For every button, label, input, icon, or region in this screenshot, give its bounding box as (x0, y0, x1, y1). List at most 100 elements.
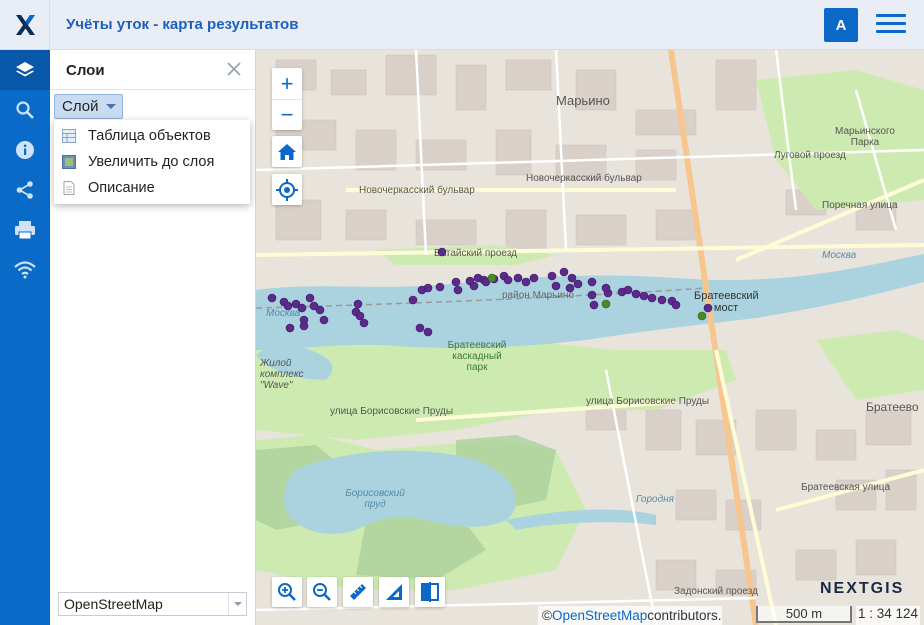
observation-point[interactable] (647, 293, 657, 303)
observation-point[interactable] (631, 289, 641, 299)
observation-point[interactable] (601, 283, 611, 293)
info-icon[interactable] (0, 130, 50, 170)
observation-point[interactable] (657, 295, 667, 305)
observation-point[interactable] (355, 311, 365, 321)
observation-point[interactable] (551, 281, 561, 291)
map-attribution: © OpenStreetMap contributors. (538, 606, 722, 625)
layers-icon[interactable] (0, 50, 50, 90)
duck-observation-points (267, 247, 713, 337)
observation-point[interactable] (283, 301, 293, 311)
chevron-down-icon (106, 104, 117, 109)
observation-point[interactable] (408, 295, 418, 305)
observation-point[interactable] (423, 283, 433, 293)
observation-point[interactable] (435, 282, 445, 292)
observation-point[interactable] (521, 277, 531, 287)
zoom-to-layer-icon (62, 155, 76, 169)
observation-point[interactable] (589, 300, 599, 310)
swipe-icon (421, 582, 439, 602)
menu-item-description[interactable]: Описание (54, 175, 250, 201)
observation-point[interactable] (437, 247, 447, 257)
observation-point[interactable] (671, 300, 681, 310)
zoom-control: + − (272, 68, 302, 130)
app-header: Учёты уток - карта результатов A (0, 0, 924, 50)
observation-point[interactable] (453, 285, 463, 295)
observation-point[interactable] (623, 285, 633, 295)
panel-header: Слои (50, 50, 255, 90)
observation-point[interactable] (639, 291, 649, 301)
ruler-icon (350, 584, 366, 600)
measure-distance-button[interactable] (343, 577, 373, 607)
geolocate-button[interactable] (272, 174, 302, 205)
layer-menu: Таблица объектов Увеличить до слоя Описа… (54, 120, 250, 204)
hamburger-menu-icon[interactable] (876, 14, 906, 36)
zoom-out-button[interactable]: − (272, 99, 302, 130)
observation-point[interactable] (319, 315, 329, 325)
observation-point[interactable] (559, 267, 569, 277)
observation-point[interactable] (587, 277, 597, 287)
observation-point[interactable] (469, 281, 479, 291)
nextgis-logo-icon[interactable] (0, 0, 50, 50)
locate-icon (276, 178, 298, 201)
user-avatar-button[interactable]: A (824, 8, 858, 42)
zoom-out-box-button[interactable] (307, 577, 337, 607)
observation-point[interactable] (415, 323, 425, 333)
menu-item-label: Описание (88, 180, 155, 196)
observation-point[interactable] (703, 303, 713, 313)
table-icon (62, 129, 76, 143)
menu-item-label: Увеличить до слоя (88, 154, 215, 170)
zoom-out-box-icon (313, 583, 331, 601)
scale-ratio: 1 : 34 124 (856, 606, 921, 625)
menu-item-label: Таблица объектов (88, 128, 211, 144)
observation-point[interactable] (451, 277, 461, 287)
nextgis-brand-logo: NEXTGIS (820, 580, 905, 597)
observation-point[interactable] (567, 273, 577, 283)
document-icon (63, 181, 75, 195)
observation-point[interactable] (285, 323, 295, 333)
menu-item-attribute-table[interactable]: Таблица объектов (54, 123, 250, 149)
left-toolbar (0, 50, 50, 625)
observation-point[interactable] (267, 293, 277, 303)
layer-dropdown-button[interactable]: Слой (54, 94, 124, 119)
zoom-in-box-icon (278, 583, 296, 601)
osm-link[interactable]: OpenStreetMap (552, 608, 647, 623)
panel-title: Слои (66, 62, 105, 79)
print-icon[interactable] (0, 210, 50, 250)
observation-point[interactable] (423, 327, 433, 337)
observation-point[interactable] (573, 279, 583, 289)
observation-point[interactable] (353, 299, 363, 309)
chevron-down-icon (228, 593, 246, 615)
observation-point[interactable] (565, 283, 575, 293)
observation-point[interactable] (487, 273, 497, 283)
observation-point[interactable] (529, 273, 539, 283)
observation-point[interactable] (359, 318, 369, 328)
basemap-value: OpenStreetMap (64, 596, 163, 612)
layer-button-label: Слой (62, 98, 99, 115)
search-icon[interactable] (0, 90, 50, 130)
observation-point[interactable] (601, 299, 611, 309)
observation-point[interactable] (547, 271, 557, 281)
map-view[interactable]: Марьино Новочеркасский бульвар Новочерка… (256, 50, 924, 625)
observation-point[interactable] (299, 321, 309, 331)
observation-point[interactable] (315, 305, 325, 315)
attribution-suffix: contributors. (647, 608, 722, 623)
swipe-compare-button[interactable] (415, 577, 445, 607)
app-title: Учёты уток - карта результатов (66, 16, 299, 33)
share-icon[interactable] (0, 170, 50, 210)
zoom-in-button[interactable]: + (272, 68, 302, 99)
home-extent-button[interactable] (272, 136, 302, 167)
observation-point[interactable] (587, 290, 597, 300)
observation-point[interactable] (503, 275, 513, 285)
basemap-select[interactable]: OpenStreetMap (58, 592, 247, 616)
observation-point[interactable] (513, 273, 523, 283)
zoom-in-box-button[interactable] (272, 577, 302, 607)
close-icon[interactable] (225, 60, 243, 78)
observation-point[interactable] (697, 311, 707, 321)
scale-bar: 500 m (756, 606, 852, 623)
observation-point[interactable] (297, 303, 307, 313)
measure-area-button[interactable] (379, 577, 409, 607)
home-icon (278, 143, 296, 160)
observation-point[interactable] (305, 293, 315, 303)
wifi-icon[interactable] (0, 250, 50, 290)
menu-item-zoom-to-layer[interactable]: Увеличить до слоя (54, 149, 250, 175)
area-ruler-icon (386, 584, 402, 600)
